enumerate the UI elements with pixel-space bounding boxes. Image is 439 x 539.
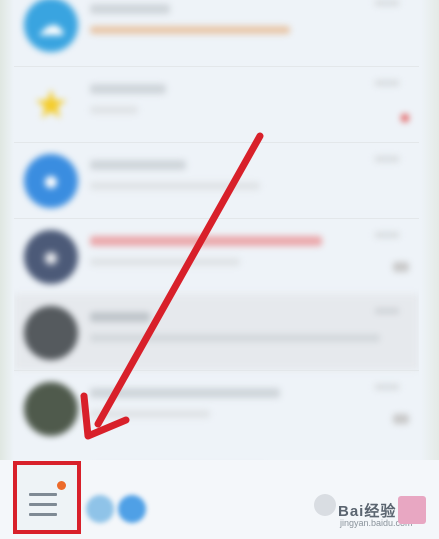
chat-row-2[interactable]: ● [14, 142, 419, 218]
avatar: ◉ [24, 230, 78, 284]
notification-dot [57, 481, 66, 490]
paw-icon [314, 494, 336, 516]
star-icon: ★ [33, 83, 69, 127]
chat-time [375, 0, 399, 6]
muted-icon [393, 262, 409, 272]
avatar [24, 382, 78, 436]
chat-time [375, 156, 399, 162]
chat-title [90, 4, 170, 14]
chat-preview [90, 334, 380, 342]
right-edge [421, 0, 439, 539]
chat-preview [90, 106, 138, 114]
chat-preview [90, 410, 210, 418]
chat-time [375, 232, 399, 238]
cloud-icon: ☁ [37, 9, 65, 41]
chat-row-1[interactable]: ★ [14, 66, 419, 142]
chat-time [375, 308, 399, 314]
chat-row-3[interactable]: ◉ [14, 218, 419, 294]
chat-title [90, 388, 280, 398]
phone-icon: ● [42, 165, 60, 196]
chat-preview [90, 182, 260, 190]
avatar: ● [24, 154, 78, 208]
chat-preview [90, 258, 240, 266]
chat-time [375, 80, 399, 86]
chat-preview [90, 26, 290, 34]
left-edge [0, 0, 14, 539]
watermark-tile [398, 496, 426, 524]
avatar: ☁ [24, 0, 78, 52]
hamburger-menu-icon [29, 493, 57, 523]
chat-row-6[interactable] [14, 446, 419, 460]
chat-row-4[interactable] [14, 294, 419, 370]
chat-title [90, 160, 186, 170]
chat-title [90, 312, 150, 322]
chat-row-0[interactable]: ☁ [14, 0, 419, 62]
chat-row-5[interactable] [14, 370, 419, 446]
avatar: ★ [24, 78, 78, 132]
nav-contacts-icon[interactable] [86, 495, 114, 523]
baidu-watermark: Bai经验 jingyan.baidu.com [312, 486, 427, 532]
nav-discover-icon[interactable] [118, 495, 146, 523]
menu-button[interactable] [13, 461, 81, 534]
chat-list: ☁ ★ ● ◉ [14, 0, 419, 460]
group-avatar: ◉ [43, 246, 59, 267]
muted-icon [393, 414, 409, 424]
avatar [24, 306, 78, 360]
unread-dot [401, 114, 409, 122]
chat-time [375, 384, 399, 390]
chat-title [90, 236, 322, 246]
chat-title [90, 84, 166, 94]
